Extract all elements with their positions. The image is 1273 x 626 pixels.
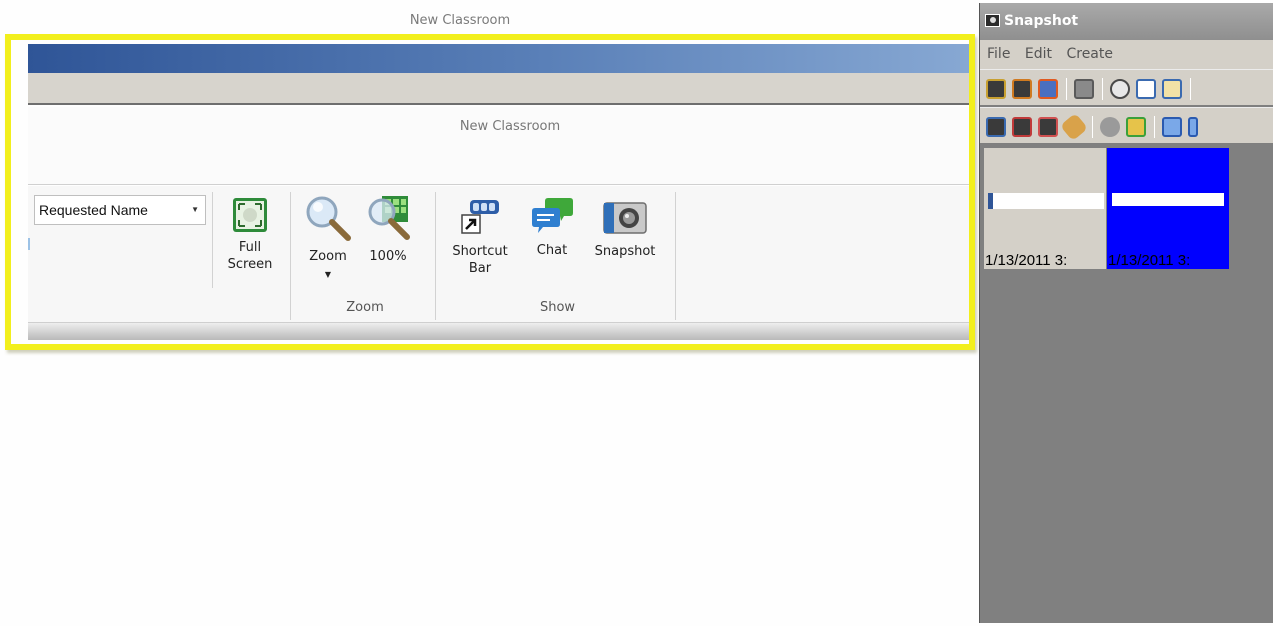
send-icon[interactable] [1162,117,1182,137]
snapshot-app-icon [985,14,1000,27]
snapshot-toolbar-2 [980,107,1273,143]
window-title: New Classroom [409,13,511,28]
menu-edit[interactable]: Edit [1025,46,1052,62]
cut-icon[interactable] [1110,79,1130,99]
thumbnail-caption: 1/13/2011 3: [1108,252,1191,269]
thumbnail-preview-image [1112,193,1224,206]
snapshot-thumbnail[interactable]: 1/13/2011 3: [984,148,1106,269]
highlight-frame [5,34,975,350]
open-snapshot-icon[interactable] [1012,79,1032,99]
toolbar-separator [1066,78,1067,100]
paste-icon[interactable] [1162,79,1182,99]
snapshot-menu-bar: File Edit Create [980,40,1273,69]
thumbnail-preview-image [988,193,1104,209]
menu-create[interactable]: Create [1066,46,1113,62]
toolbar-separator [1154,116,1155,138]
save-icon[interactable] [1038,79,1058,99]
snapshot-title-bar[interactable]: Snapshot [980,3,1273,40]
film-reel-icon[interactable] [1100,117,1120,137]
screen: New Classroom New Classroom Requested Na… [0,0,1273,626]
print-icon[interactable] [1074,79,1094,99]
thumbnail-caption: 1/13/2011 3: [985,252,1068,269]
snapshot-toolbar-1 [980,69,1273,105]
snapshot-tool-2-icon[interactable] [1012,117,1032,137]
new-snapshot-icon[interactable] [986,79,1006,99]
snapshot-title: Snapshot [1004,13,1079,29]
toolbar-separator [1102,78,1103,100]
send-all-icon[interactable] [1188,117,1198,137]
export-icon[interactable] [1126,117,1146,137]
toolbar-separator [1092,116,1093,138]
menu-file[interactable]: File [987,46,1010,62]
snapshot-thumbnail-selected[interactable]: 1/13/2011 3: [1107,148,1229,269]
copy-icon[interactable] [1136,79,1156,99]
snapshot-window: Snapshot File Edit Create 1/13/2011 3: 1… [979,3,1273,623]
eraser-icon[interactable] [1059,112,1089,142]
toolbar-separator [1190,78,1191,100]
snapshot-tool-3-icon[interactable] [1038,117,1058,137]
snapshot-tool-1-icon[interactable] [986,117,1006,137]
